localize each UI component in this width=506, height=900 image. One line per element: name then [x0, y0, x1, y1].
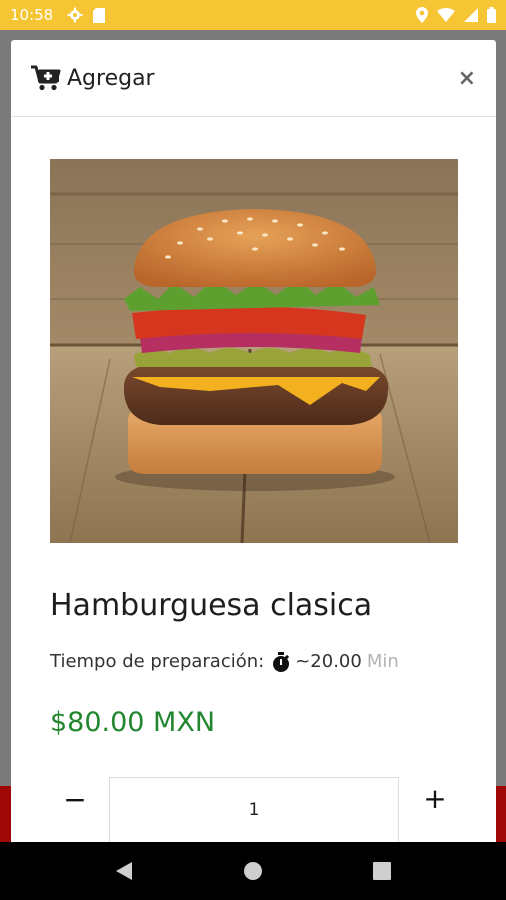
preparation-time: Tiempo de preparación: ~20.00 Min: [50, 651, 399, 672]
status-time: 10:58: [10, 6, 54, 24]
add-to-cart-modal: Agregar × Hamburguesa clasica Tiempo de …: [11, 40, 496, 842]
decrease-quantity-button[interactable]: −: [63, 785, 87, 815]
product-price: $80.00 MXN: [50, 707, 216, 738]
modal-header: Agregar ×: [11, 40, 496, 117]
navigation-bar: [0, 842, 506, 900]
back-icon[interactable]: [115, 861, 133, 881]
prep-time-value: ~20.00: [295, 651, 362, 672]
close-button[interactable]: ×: [458, 66, 476, 91]
signal-icon: [464, 8, 478, 22]
increase-quantity-button[interactable]: +: [421, 784, 449, 814]
prep-time-unit: Min: [366, 651, 399, 672]
stopwatch-icon: [273, 651, 290, 672]
status-bar: 10:58: [0, 0, 506, 30]
quantity-stepper: − +: [11, 777, 496, 842]
location-icon: [416, 7, 428, 23]
modal-title: Agregar: [67, 65, 155, 91]
battery-icon: [487, 7, 496, 23]
home-icon[interactable]: [243, 861, 263, 881]
prep-time-label: Tiempo de preparación:: [50, 651, 265, 672]
settings-icon: [67, 7, 83, 23]
cart-plus-icon: [31, 65, 61, 91]
quantity-input[interactable]: [109, 777, 399, 842]
wifi-icon: [437, 8, 455, 22]
product-name: Hamburguesa clasica: [50, 588, 373, 623]
product-image: [50, 159, 458, 543]
recents-icon[interactable]: [373, 862, 391, 880]
sd-card-icon: [93, 7, 106, 23]
